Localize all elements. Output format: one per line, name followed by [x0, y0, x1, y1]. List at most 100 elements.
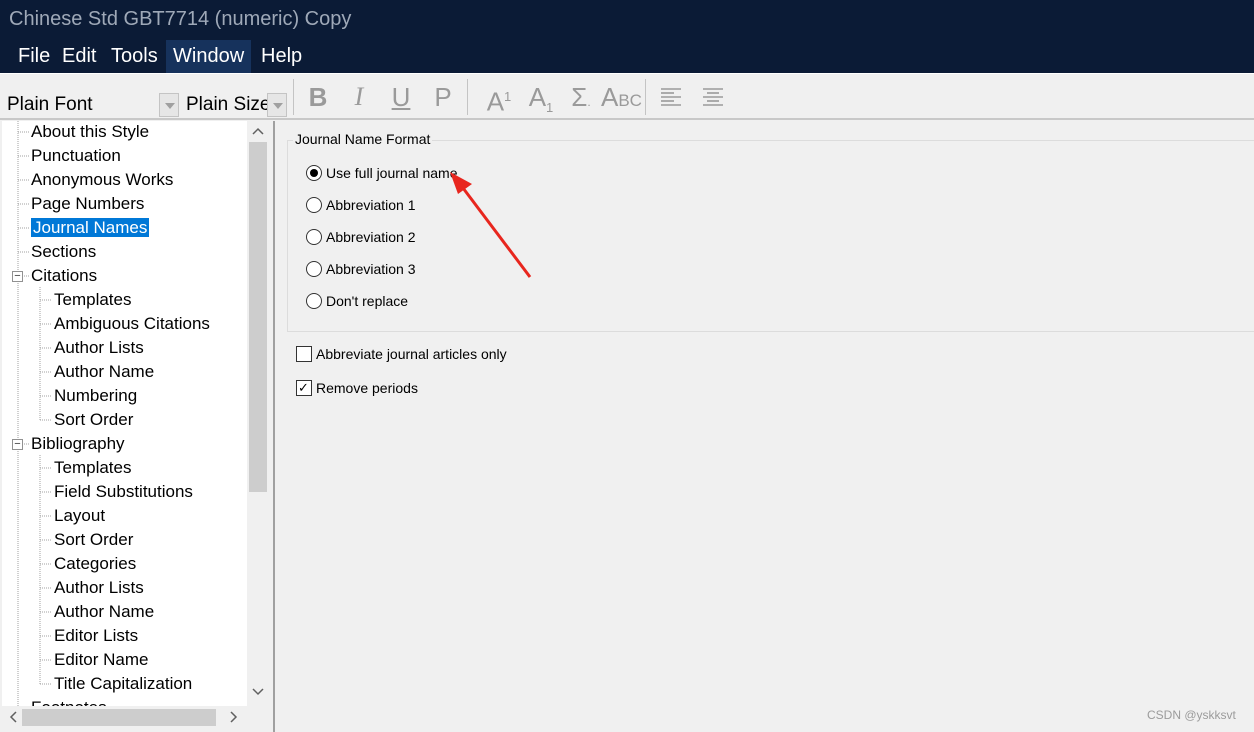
watermark: CSDN @yskksvt [1147, 708, 1236, 722]
tree-item[interactable]: Editor Name [54, 649, 148, 671]
tree-item-label: Ambiguous Citations [54, 314, 210, 333]
align-left-button[interactable] [655, 80, 687, 114]
plain-button[interactable]: P [427, 80, 459, 114]
pane-splitter[interactable] [269, 121, 275, 732]
smallcaps-rest: BC [618, 91, 642, 110]
font-select[interactable]: Plain Font [0, 93, 160, 117]
tree-item[interactable]: Title Capitalization [54, 673, 192, 695]
annotation-arrow-icon [450, 172, 532, 278]
tree-item[interactable]: Editor Lists [54, 625, 138, 647]
radio-button[interactable] [306, 293, 322, 309]
tree-horizontal-scroll-thumb[interactable] [22, 709, 216, 726]
tree-item[interactable]: Author Lists [54, 577, 144, 599]
superscript-icon: A [486, 86, 505, 117]
tree-item-label: Templates [54, 290, 132, 309]
tree-item[interactable]: Page Numbers [31, 193, 144, 215]
tree-item[interactable]: Bibliography [31, 433, 125, 455]
tree-item-label: Templates [54, 458, 132, 477]
tree-item[interactable]: About this Style [31, 121, 149, 143]
tree-item[interactable]: Sections [31, 241, 96, 263]
tree-item[interactable]: Author Name [54, 601, 154, 623]
tree-item-label: Bibliography [31, 434, 125, 453]
radio-label[interactable]: Abbreviation 3 [326, 261, 416, 277]
scroll-down-icon[interactable] [252, 688, 264, 696]
tree-item[interactable]: Punctuation [31, 145, 121, 167]
italic-button[interactable]: I [343, 80, 375, 114]
toolbar-separator [645, 79, 646, 115]
tree-item[interactable]: Ambiguous Citations [54, 313, 210, 335]
radio-label[interactable]: Don't replace [326, 293, 408, 309]
tree-item-label: Editor Name [54, 650, 149, 669]
toolbar-separator [293, 79, 294, 115]
tree-item[interactable]: Citations [31, 265, 97, 287]
radio-label[interactable]: Use full journal name [326, 165, 458, 181]
subscript-button[interactable]: A1 [522, 80, 560, 116]
tree-item-label: Sort Order [54, 410, 134, 429]
checkmark-icon: ✓ [298, 380, 309, 395]
underline-button[interactable]: U [385, 80, 417, 114]
subscript-icon: A [528, 82, 547, 112]
align-center-button[interactable] [697, 80, 729, 114]
tree-item[interactable]: Sort Order [54, 409, 133, 431]
tree-collapse-icon[interactable]: − [12, 439, 23, 450]
tree-item-label: Page Numbers [31, 194, 145, 213]
tree-item[interactable]: Author Name [54, 361, 154, 383]
align-left-icon [661, 88, 681, 106]
bold-button[interactable]: B [302, 80, 334, 114]
subscript-mark: 1 [546, 100, 554, 116]
menu-edit[interactable]: Edit [55, 40, 103, 73]
radio-label[interactable]: Abbreviation 1 [326, 197, 416, 213]
menu-tools[interactable]: Tools [104, 40, 165, 73]
tree-item-label: Author Name [54, 362, 155, 381]
radio-button[interactable] [306, 229, 322, 245]
tree-item-label: Sort Order [54, 530, 134, 549]
superscript-button[interactable]: A1 [480, 80, 518, 117]
tree-item-label: Footnotes [31, 698, 107, 706]
font-dropdown-button[interactable] [159, 93, 179, 117]
tree-item[interactable]: Templates [54, 457, 131, 479]
sigma-icon: Σ [571, 82, 588, 112]
menu-help[interactable]: Help [254, 40, 309, 73]
tree-item[interactable]: Field Substitutions [54, 481, 193, 503]
radio-button[interactable] [306, 197, 322, 213]
tree-collapse-icon[interactable]: − [12, 271, 23, 282]
radio-button[interactable] [306, 165, 322, 181]
tree-item[interactable]: Journal Names [31, 217, 150, 239]
tree-item[interactable]: Author Lists [54, 337, 144, 359]
checkbox[interactable]: ✓ [296, 380, 312, 396]
tree-item-label: About this Style [31, 122, 150, 141]
radio-label[interactable]: Abbreviation 2 [326, 229, 416, 245]
tree-item[interactable]: Footnotes [31, 697, 107, 706]
tree-vertical-scroll-thumb[interactable] [249, 142, 267, 492]
menu-bar: File Edit Tools Window Help [0, 40, 1254, 73]
checkbox-label[interactable]: Abbreviate journal articles only [316, 346, 507, 362]
checkbox-label[interactable]: Remove periods [316, 380, 418, 396]
scroll-right-icon[interactable] [230, 711, 238, 723]
tree-item-label: Numbering [54, 386, 138, 405]
size-select[interactable]: Plain Size [179, 93, 268, 117]
tree-item[interactable]: Categories [54, 553, 136, 575]
tree-item-label: Author Name [54, 602, 155, 621]
radio-button[interactable] [306, 261, 322, 277]
tree-item-label: Field Substitutions [54, 482, 193, 501]
style-tree[interactable]: About this Style Punctuation Anonymous Wor… [2, 121, 247, 706]
menu-window[interactable]: Window [166, 40, 252, 73]
tree-item[interactable]: Numbering [54, 385, 137, 407]
menu-file[interactable]: File [11, 40, 57, 73]
tree-item[interactable]: Templates [54, 289, 131, 311]
checkbox[interactable] [296, 346, 312, 362]
tree-item-label: Anonymous Works [31, 170, 174, 189]
window-title: Chinese Std GBT7714 (numeric) Copy [9, 8, 352, 30]
scroll-left-icon[interactable] [9, 711, 17, 723]
symbol-button[interactable]: Σ. [563, 80, 599, 114]
group-title: Journal Name Format [293, 131, 433, 147]
tree-item[interactable]: Anonymous Works [31, 169, 173, 191]
smallcaps-button[interactable]: ABC [601, 80, 642, 114]
size-dropdown-button[interactable] [267, 93, 287, 117]
tree-item[interactable]: Layout [54, 505, 105, 527]
tree-item-label: Journal Names [31, 218, 150, 237]
tree-item-label: Editor Lists [54, 626, 139, 645]
scroll-up-icon[interactable] [252, 127, 264, 135]
tree-item-label: Citations [31, 266, 98, 285]
tree-item[interactable]: Sort Order [54, 529, 133, 551]
